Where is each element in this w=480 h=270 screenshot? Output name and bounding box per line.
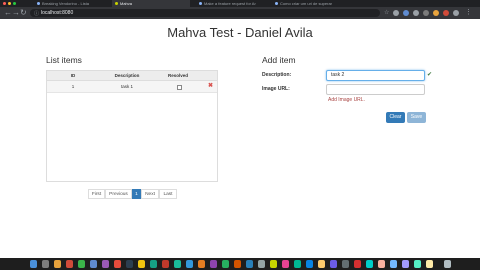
extension-icon[interactable] — [393, 10, 399, 16]
info-icon: ⓘ — [34, 11, 40, 17]
app-icon[interactable] — [90, 260, 97, 268]
page-current-button[interactable]: 1 — [132, 189, 141, 199]
app-icon[interactable] — [126, 260, 133, 268]
page-next-button[interactable]: Next — [141, 189, 159, 199]
delete-icon[interactable]: ✖ — [208, 81, 213, 92]
resolved-checkbox[interactable] — [177, 85, 182, 90]
app-icon[interactable] — [150, 260, 157, 268]
tab-label: Breaking Vendorino - Lista — [42, 1, 89, 6]
column-header-resolved: Resolved — [167, 73, 188, 78]
tab-favicon-icon — [115, 2, 118, 6]
app-icon[interactable] — [174, 260, 181, 268]
page-title: Mahva Test - Daniel Avila — [167, 25, 313, 40]
list-items-heading: List items — [46, 55, 82, 65]
extension-icon[interactable] — [423, 10, 429, 16]
extension-icon[interactable] — [443, 10, 449, 16]
app-icon[interactable] — [366, 260, 373, 268]
description-label: Description: — [262, 72, 292, 78]
back-icon[interactable]: ← — [4, 8, 12, 18]
browser-tab[interactable]: Breaking Vendorino - Lista — [34, 0, 106, 7]
app-icon[interactable] — [210, 260, 217, 268]
app-icon[interactable] — [390, 260, 397, 268]
extension-icon[interactable] — [413, 10, 419, 16]
browser-tab[interactable]: Make a feature request for Ar — [196, 0, 266, 7]
app-icon[interactable] — [342, 260, 349, 268]
address-bar[interactable]: ⓘ localhost:8080 — [30, 9, 380, 17]
minimize-window-icon[interactable] — [8, 2, 11, 5]
app-icon[interactable] — [282, 260, 289, 268]
table-header: ID Description Resolved — [47, 71, 217, 81]
tab-favicon-icon — [37, 2, 40, 6]
app-icon[interactable] — [270, 260, 277, 268]
app-icon[interactable] — [102, 260, 109, 268]
app-icon[interactable] — [78, 260, 85, 268]
add-item-heading: Add item — [262, 55, 296, 65]
app-icon[interactable] — [234, 260, 241, 268]
app-icon[interactable] — [222, 260, 229, 268]
app-icon[interactable] — [426, 260, 433, 268]
browser-toolbar: ← → ↻ ⓘ localhost:8080 ☆ ⋮ — [0, 7, 480, 19]
cell-description: task 1 — [120, 84, 133, 89]
page-previous-button[interactable]: Previous — [105, 189, 132, 199]
app-icon[interactable] — [378, 260, 385, 268]
app-icon[interactable] — [198, 260, 205, 268]
tab-favicon-icon — [275, 2, 278, 6]
app-icon[interactable] — [414, 260, 421, 268]
browser-tab-active[interactable]: Mahva — [112, 0, 190, 7]
app-icon[interactable] — [42, 260, 49, 268]
cell-id: 1 — [71, 84, 75, 89]
image-url-label: Image URL: — [262, 86, 290, 92]
image-url-input[interactable] — [326, 84, 425, 95]
extension-icon[interactable] — [453, 10, 459, 16]
page-first-button[interactable]: First — [88, 189, 105, 199]
description-input[interactable]: task 2 — [326, 70, 425, 81]
app-icon[interactable] — [162, 260, 169, 268]
reload-icon[interactable]: ↻ — [20, 8, 27, 18]
bookmark-star-icon[interactable]: ☆ — [384, 9, 390, 16]
tab-label: Mahva — [120, 1, 133, 6]
os-dock — [0, 258, 480, 270]
app-icon[interactable] — [30, 260, 37, 268]
app-icon[interactable] — [306, 260, 313, 268]
tab-label: Make a feature request for Ar — [204, 1, 256, 6]
app-icon[interactable] — [258, 260, 265, 268]
column-header-id: ID — [70, 73, 76, 78]
extension-icon[interactable] — [433, 10, 439, 16]
image-url-error: Add Image URL. — [328, 97, 365, 103]
browser-tab[interactable]: Como criar um uri de superar — [272, 0, 338, 7]
app-icon[interactable] — [402, 260, 409, 268]
column-header-description: Description — [114, 73, 140, 78]
app-icon[interactable] — [66, 260, 73, 268]
app-icon[interactable] — [114, 260, 121, 268]
close-window-icon[interactable] — [3, 2, 6, 5]
browser-tab-bar: Breaking Vendorino - Lista Mahva Make a … — [0, 0, 480, 7]
app-icon[interactable] — [294, 260, 301, 268]
valid-check-icon: ✔ — [427, 72, 433, 78]
items-table: ID Description Resolved 1 task 1 ✖ — [46, 70, 218, 182]
page-last-button[interactable]: Last — [159, 189, 177, 199]
app-icon[interactable] — [54, 260, 61, 268]
maximize-window-icon[interactable] — [13, 2, 16, 5]
app-icon[interactable] — [318, 260, 325, 268]
trash-icon[interactable] — [444, 260, 451, 268]
menu-icon[interactable]: ⋮ — [465, 8, 472, 16]
app-icon[interactable] — [354, 260, 361, 268]
app-icon[interactable] — [246, 260, 253, 268]
clear-button[interactable]: Clear — [386, 112, 405, 123]
extension-icon[interactable] — [403, 10, 409, 16]
app-icon[interactable] — [186, 260, 193, 268]
tab-favicon-icon — [199, 2, 202, 6]
forward-icon[interactable]: → — [12, 8, 20, 18]
table-row[interactable]: 1 task 1 ✖ — [47, 81, 217, 93]
save-button[interactable]: Save — [407, 112, 426, 123]
app-icon[interactable] — [138, 260, 145, 268]
tab-label: Como criar um uri de superar — [280, 1, 333, 6]
app-icon[interactable] — [330, 260, 337, 268]
url-text: localhost:8080 — [41, 10, 74, 16]
pagination: First Previous 1 Next Last — [88, 189, 178, 199]
